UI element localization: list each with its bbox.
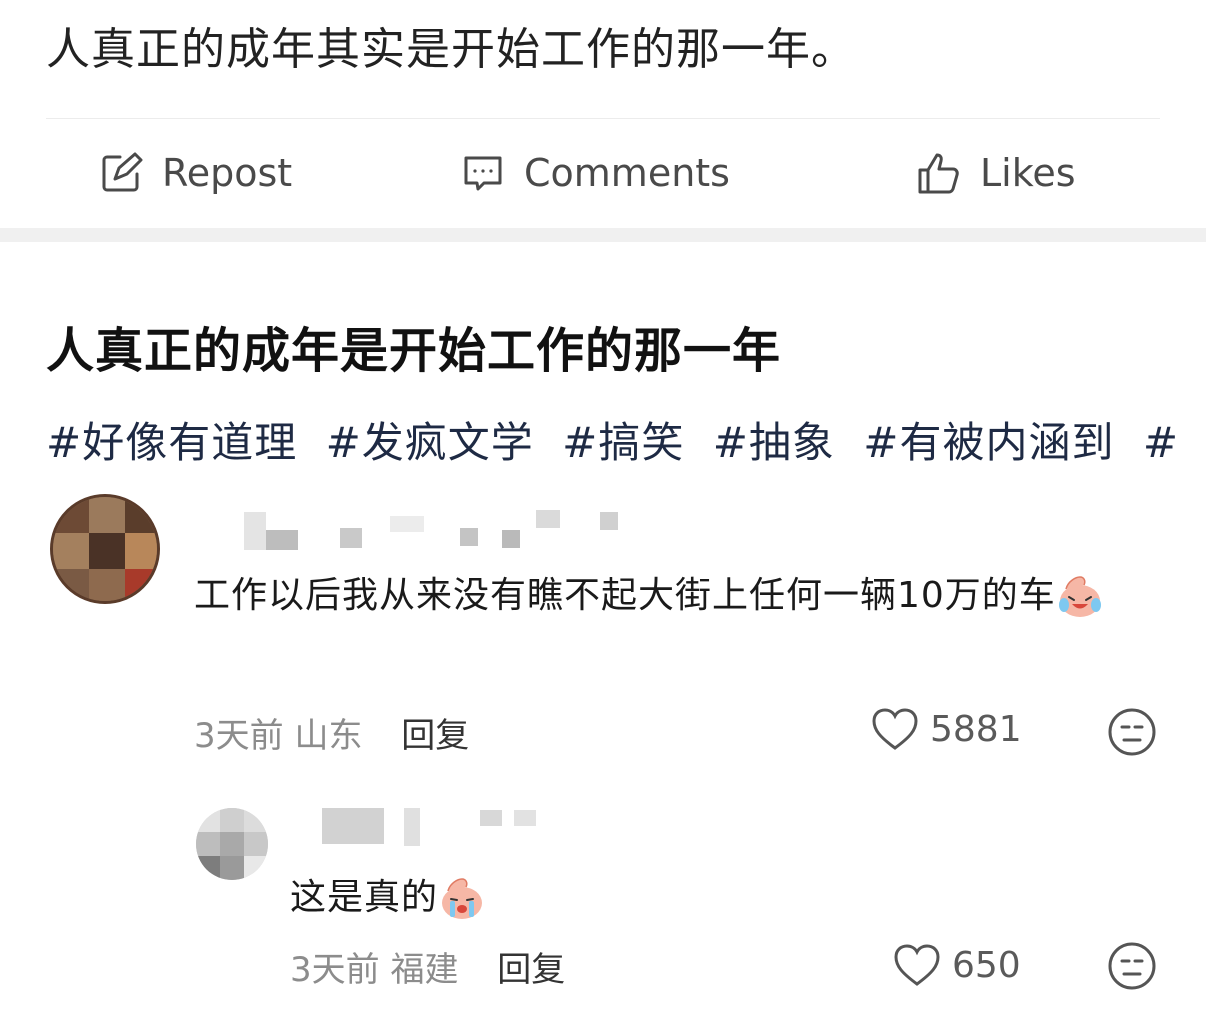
heart-icon — [872, 708, 918, 750]
hashtag[interactable]: # — [1143, 418, 1179, 467]
comments-label: Comments — [524, 151, 730, 195]
like-count: 650 — [952, 944, 1021, 986]
crying-laughing-emoji — [1058, 576, 1101, 617]
username-blurred[interactable] — [240, 508, 620, 550]
likes-button[interactable]: Likes — [916, 140, 1076, 206]
thumbs-up-icon — [918, 153, 959, 194]
heart-icon — [894, 944, 940, 986]
comment-body: 工作以后我从来没有瞧不起大街上任何一辆10万的车 — [194, 575, 1056, 616]
meh-face-icon[interactable] — [1106, 940, 1158, 992]
hashtag[interactable]: #好像有道理 — [46, 418, 297, 467]
hashtag[interactable]: #有被内涵到 — [863, 418, 1114, 467]
comment-icon — [464, 156, 502, 191]
hashtag[interactable]: #抽象 — [713, 418, 835, 467]
comments-button[interactable]: Comments — [460, 140, 730, 206]
comment-location: 福建 — [390, 950, 459, 990]
post-divider — [46, 118, 1160, 119]
comment-time: 3天前 — [194, 716, 284, 756]
like-button[interactable]: 5881 — [870, 706, 1022, 752]
avatar[interactable] — [50, 494, 160, 604]
likes-label: Likes — [980, 151, 1076, 195]
hashtag[interactable]: #搞笑 — [562, 418, 684, 467]
repost-label: Repost — [162, 151, 293, 195]
reply-button[interactable]: 回复 — [401, 716, 469, 756]
post-text: 人真正的成年其实是开始工作的那一年。 — [46, 24, 856, 75]
like-count: 5881 — [930, 708, 1022, 750]
hashtag[interactable]: #发疯文学 — [326, 418, 534, 467]
comment-meta: 3天前 福建 回复 — [290, 942, 565, 991]
thread-title: 人真正的成年是开始工作的那一年 — [46, 323, 782, 379]
avatar[interactable] — [196, 808, 268, 880]
comment-text: 工作以后我从来没有瞧不起大街上任何一辆10万的车 — [194, 566, 1154, 626]
post-action-bar: Repost Comments Likes — [0, 140, 1206, 206]
repost-icon — [102, 152, 143, 192]
comment-body: 这是真的 — [290, 877, 439, 918]
comment-location: 山东 — [294, 716, 363, 756]
reply-button[interactable]: 回复 — [497, 950, 565, 990]
hashtag-list: #好像有道理 #发疯文学 #搞笑 #抽象 #有被内涵到 # — [46, 414, 1193, 472]
like-button[interactable]: 650 — [892, 942, 1021, 988]
crying-emoji — [442, 878, 483, 919]
repost-button[interactable]: Repost — [98, 140, 292, 206]
username-blurred[interactable] — [318, 806, 548, 846]
meh-face-icon[interactable] — [1106, 706, 1158, 758]
comment-time: 3天前 — [290, 950, 380, 990]
comment-meta: 3天前 山东 回复 — [194, 708, 469, 757]
comment-text: 这是真的 — [290, 868, 486, 928]
section-divider — [0, 228, 1206, 242]
